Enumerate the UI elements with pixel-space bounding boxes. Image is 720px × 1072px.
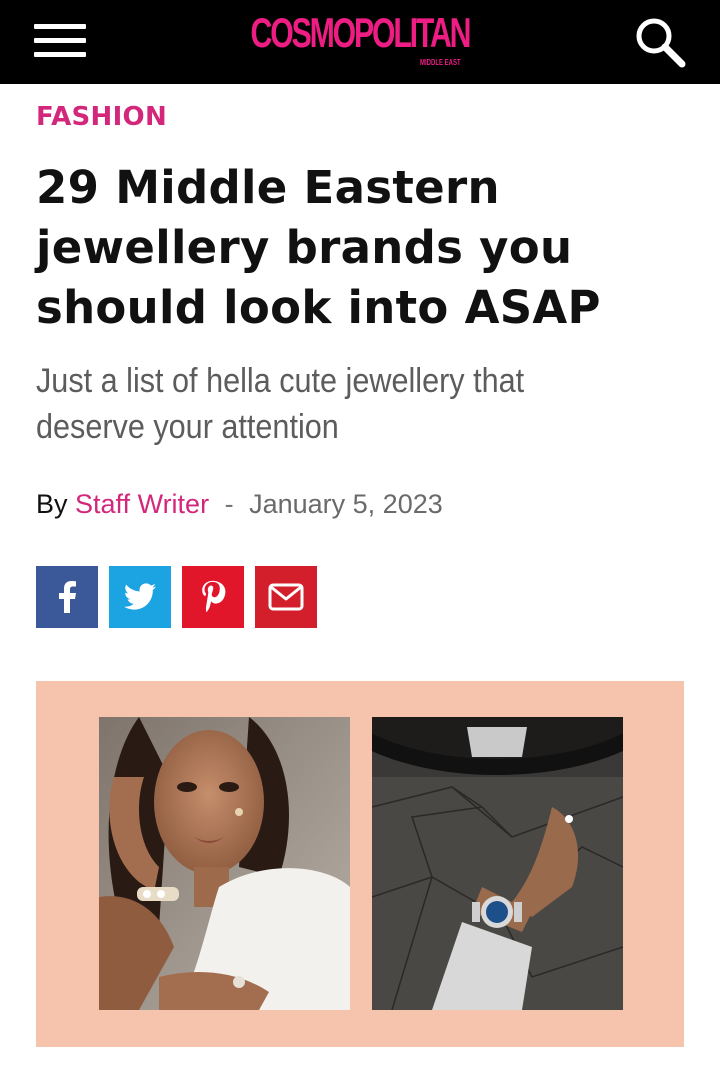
share-twitter-button[interactable] (109, 566, 171, 628)
byline-separator: - (224, 489, 234, 519)
top-navigation-bar: COSMOPOLITAN MIDDLE EAST (0, 0, 720, 84)
author-link[interactable]: Staff Writer (75, 489, 209, 519)
category-label[interactable]: FASHION (36, 102, 167, 132)
headline-line: 29 Middle Eastern (36, 161, 500, 214)
share-pinterest-button[interactable] (182, 566, 244, 628)
share-email-button[interactable] (255, 566, 317, 628)
headline-line: jewellery brands you (36, 221, 573, 274)
dek-line: deserve your attention (36, 408, 339, 446)
logo-subtitle: MIDDLE EAST (420, 58, 461, 67)
publish-date: January 5, 2023 (249, 489, 443, 519)
hero-image-panel (36, 681, 684, 1047)
byline: By Staff Writer - January 5, 2023 (36, 489, 443, 520)
search-icon[interactable] (630, 12, 690, 72)
cosmopolitan-logo[interactable]: COSMOPOLITAN MIDDLE EAST (0, 8, 720, 78)
logo-wordmark: COSMOPOLITAN (250, 9, 472, 56)
twitter-icon (124, 583, 156, 610)
woman-wearing-jewellery-photo (99, 717, 350, 1010)
article-subheadline: Just a list of hella cute jewellery that… (36, 358, 612, 450)
article-headline: 29 Middle Eastern jewellery brands you s… (36, 158, 696, 338)
wrist-watch-steering-wheel-photo (372, 717, 623, 1010)
facebook-icon (59, 581, 76, 613)
pinterest-icon (202, 580, 226, 613)
share-facebook-button[interactable] (36, 566, 98, 628)
byline-prefix: By (36, 489, 68, 519)
headline-line: should look into ASAP (36, 281, 601, 334)
email-icon (268, 583, 304, 611)
dek-line: Just a list of hella cute jewellery that (36, 362, 525, 400)
